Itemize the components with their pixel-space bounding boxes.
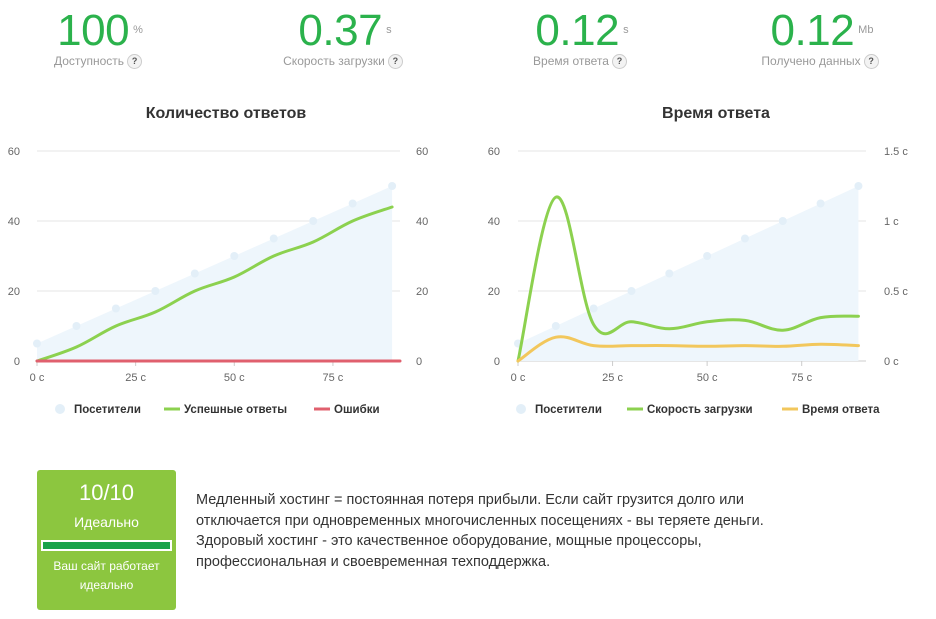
x-tick-label: 25 с	[125, 372, 146, 384]
score-note-line1: Ваш сайт работает	[53, 559, 160, 573]
message-line: профессиональная и своевременная техподд…	[196, 553, 551, 570]
x-tick-label: 0 с	[511, 372, 526, 384]
visitors-point	[72, 322, 81, 330]
visitors-point	[33, 339, 41, 348]
visitors-point	[589, 304, 598, 313]
y2-tick-label: 1 с	[884, 216, 899, 228]
legend-label: Посетители	[74, 404, 141, 416]
y-tick-label: 20	[8, 286, 20, 298]
visitors-point	[309, 217, 318, 225]
score-grade: Идеально	[74, 514, 139, 530]
visitors-area	[37, 186, 393, 361]
y2-tick-label: 0.5 с	[884, 286, 908, 298]
x-tick-label: 75 с	[791, 372, 812, 384]
legend-label: Посетители	[535, 404, 602, 416]
visitors-point	[551, 322, 560, 330]
y-tick-label: 0	[494, 356, 500, 368]
visitors-point	[816, 199, 825, 208]
chart-0: 0 0 20 20 40 40 60 60 0 с 25 с 50 с 75 с Посетители У…	[8, 146, 429, 416]
visitors-point	[111, 304, 120, 313]
y2-tick-label: 60	[416, 146, 428, 158]
y2-tick-label: 20	[416, 286, 428, 298]
y-tick-label: 40	[8, 216, 20, 228]
y2-tick-label: 0	[416, 356, 422, 368]
visitors-point	[703, 252, 712, 260]
x-tick-label: 25 с	[602, 372, 623, 384]
message-line: отключается при одновременных многочисле…	[196, 512, 764, 529]
message-line: Медленный хостинг = постоянная потеря пр…	[196, 492, 744, 508]
chart-1: 0 0 с 20 0.5 с 40 1 с 60 1.5 с 0 с 25 с 50 с 75 с По…	[488, 146, 909, 416]
y2-tick-label: 40	[416, 216, 428, 228]
x-tick-label: 0 с	[30, 372, 45, 384]
y-tick-label: 40	[488, 216, 500, 228]
score-value: 10/10	[78, 480, 135, 505]
visitors-point	[269, 234, 278, 243]
score-card: 10/10 Идеально Ваш сайт работает идеально	[37, 470, 176, 610]
score-note-line2: идеально	[79, 578, 134, 592]
visitors-point	[348, 199, 357, 208]
legend-marker	[55, 404, 65, 414]
visitors-point	[627, 287, 636, 295]
legend-marker	[516, 404, 526, 414]
legend-label: Скорость загрузки	[647, 404, 753, 416]
y2-tick-label: 1.5 с	[884, 146, 908, 158]
hosting-message: Медленный хостинг = постоянная потеря пр…	[196, 490, 856, 572]
score-progress-fill	[43, 542, 170, 549]
x-tick-label: 75 с	[323, 372, 344, 384]
y-tick-label: 60	[8, 146, 20, 158]
score-progress-bar	[41, 540, 172, 551]
visitors-point	[190, 269, 199, 278]
visitors-point	[740, 234, 749, 243]
message-line: Здоровый хостинг - это качественное обор…	[196, 533, 702, 549]
visitors-point	[665, 269, 674, 278]
visitors-point	[854, 182, 863, 190]
visitors-point	[151, 287, 160, 295]
y2-tick-label: 0 с	[884, 356, 899, 368]
charts-canvas: 0 0 20 20 40 40 60 60 0 с 25 с 50 с 75 с Посетители У…	[8, 146, 909, 416]
y-tick-label: 0	[14, 356, 20, 368]
x-tick-label: 50 с	[224, 372, 245, 384]
visitors-point	[388, 182, 397, 190]
legend-label: Успешные ответы	[184, 404, 287, 416]
y-tick-label: 20	[488, 286, 500, 298]
y-tick-label: 60	[488, 146, 500, 158]
x-tick-label: 50 с	[697, 372, 718, 384]
visitors-area	[518, 186, 859, 361]
legend-label: Время ответа	[802, 404, 880, 416]
visitors-point	[230, 252, 239, 260]
legend-label: Ошибки	[334, 404, 380, 416]
visitors-point	[778, 217, 787, 225]
